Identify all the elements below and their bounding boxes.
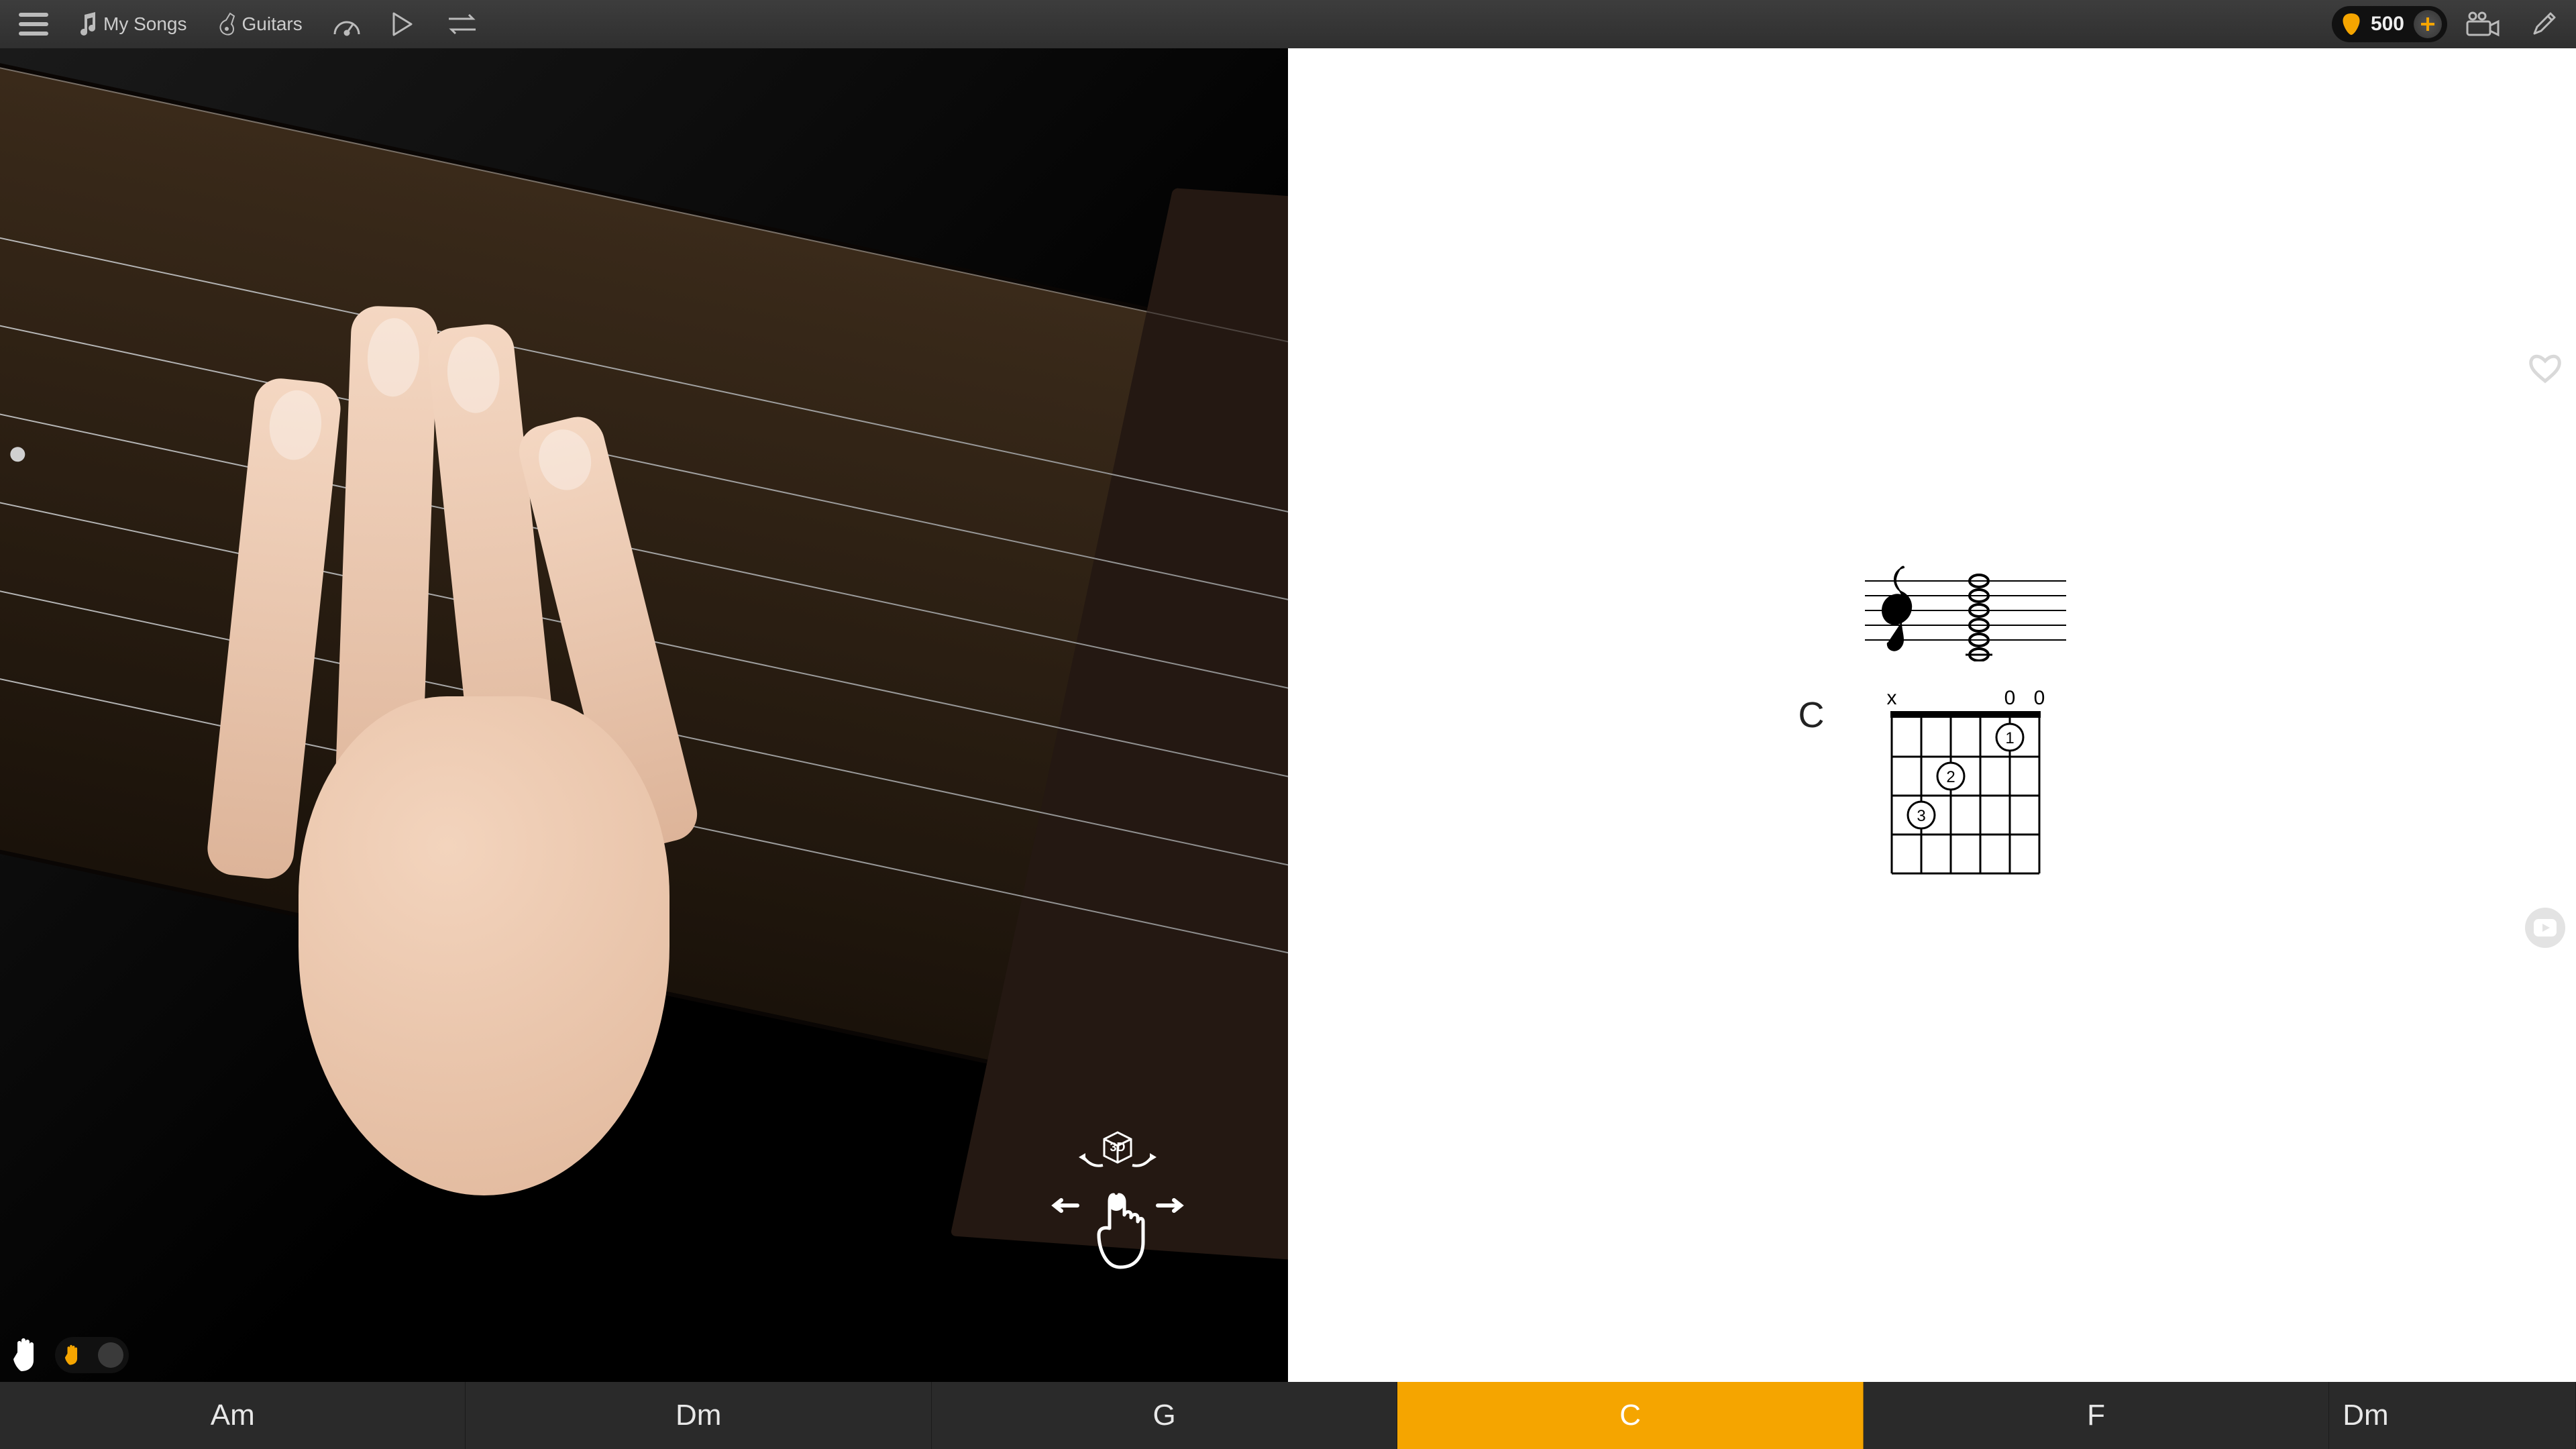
chord-cell-active[interactable]: C	[1397, 1382, 1863, 1449]
chord-diagram: x 0 0	[1878, 688, 2053, 883]
svg-text:3: 3	[1917, 807, 1925, 825]
loop-icon	[443, 12, 481, 36]
staff-notation	[1865, 547, 2066, 661]
play-icon	[391, 11, 414, 38]
edit-button[interactable]	[2518, 0, 2569, 48]
pencil-icon	[2530, 11, 2557, 38]
chord-cell[interactable]: G	[932, 1382, 1397, 1449]
chord-cell[interactable]: Am	[0, 1382, 466, 1449]
heart-icon	[2528, 353, 2562, 384]
my-songs-button[interactable]: My Songs	[66, 0, 199, 48]
chord-cell[interactable]: Dm	[2329, 1382, 2576, 1449]
svg-text:0: 0	[2004, 688, 2015, 709]
guitar-3d-view[interactable]: 3D	[0, 48, 1288, 1382]
svg-text:x: x	[1886, 688, 1896, 709]
hand-toggle-on-icon	[62, 1344, 85, 1366]
main-area: 3D	[0, 48, 2576, 1382]
my-songs-label: My Songs	[103, 13, 187, 35]
topbar: My Songs Guitars 500	[0, 0, 2576, 48]
music-note-icon	[78, 12, 98, 36]
current-chord-name: C	[1799, 694, 1825, 736]
add-coins-button[interactable]	[2414, 10, 2442, 38]
guitar-icon	[217, 11, 237, 38]
pick-icon	[2341, 12, 2361, 36]
camera-angle-button[interactable]	[2453, 0, 2513, 48]
hamburger-icon	[19, 13, 48, 36]
chord-cell[interactable]: F	[1864, 1382, 2329, 1449]
menu-button[interactable]	[7, 0, 60, 48]
hand-color-toggle[interactable]	[55, 1337, 129, 1373]
favorite-button[interactable]	[2525, 348, 2565, 388]
view-controls-hint: 3D	[1051, 1129, 1185, 1275]
fretting-hand	[206, 288, 824, 1195]
plus-icon	[2420, 16, 2436, 32]
swipe-hand-icon[interactable]	[1051, 1188, 1185, 1275]
left-hand-icon[interactable]	[8, 1336, 46, 1374]
svg-text:3D: 3D	[1110, 1140, 1126, 1154]
youtube-icon	[2534, 919, 2557, 936]
speedometer-icon	[332, 11, 362, 37]
play-button[interactable]	[379, 0, 426, 48]
tempo-button[interactable]	[320, 0, 374, 48]
guitars-button[interactable]: Guitars	[205, 0, 315, 48]
guitars-label: Guitars	[242, 13, 303, 35]
svg-text:0: 0	[2033, 688, 2045, 709]
chord-strip: Am Dm G C F Dm	[0, 1382, 2576, 1449]
svg-text:1: 1	[2005, 729, 2014, 747]
video-button[interactable]	[2525, 908, 2565, 948]
loop-button[interactable]	[431, 0, 493, 48]
rotate-3d-icon[interactable]: 3D	[1071, 1129, 1165, 1176]
svg-text:2: 2	[1946, 768, 1955, 786]
chord-cell[interactable]: Dm	[466, 1382, 931, 1449]
camcorder-icon	[2465, 11, 2501, 38]
coin-count: 500	[2371, 13, 2404, 36]
coin-balance[interactable]: 500	[2332, 6, 2447, 42]
chord-chart-pane: C	[1288, 48, 2576, 1382]
